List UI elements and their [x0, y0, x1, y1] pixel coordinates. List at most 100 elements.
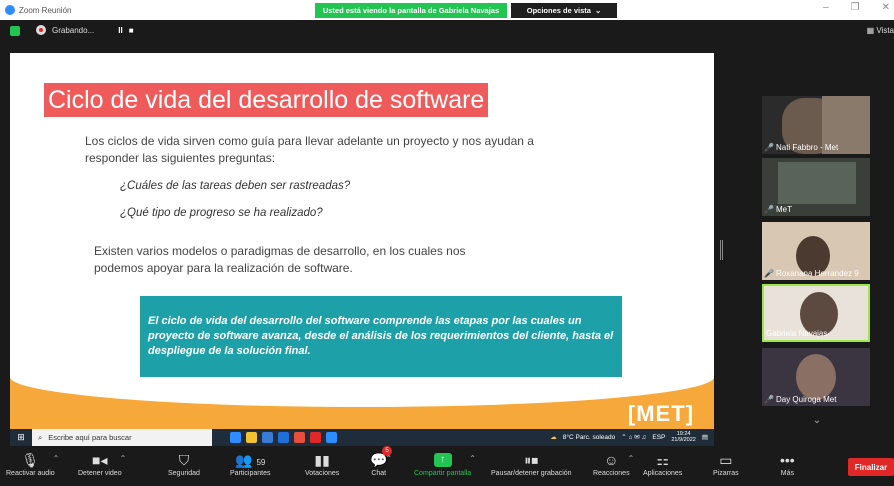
windows-start-icon: ⊞	[17, 432, 25, 442]
chevron-up-icon[interactable]: ⌃	[53, 454, 60, 463]
chevron-up-icon[interactable]: ⌃	[385, 454, 392, 463]
participant-tile[interactable]: 🎤 Roxanana Herrandez 9	[762, 222, 870, 280]
apps-label: Aplicaciones	[643, 470, 683, 477]
participant-tile-active[interactable]: Gabriela Navajas	[762, 284, 870, 342]
view-options-button[interactable]: Opciones de vista ⌄	[511, 3, 617, 18]
participants-count: 59	[256, 458, 266, 467]
unmute-button[interactable]: 🎙 ⌃ Reactivar audio	[6, 450, 59, 477]
view-label: Vista	[876, 26, 894, 35]
taskbar-clock: 19:24 21/9/2022	[671, 431, 695, 443]
slide-callout: El ciclo de vida del desarrollo del soft…	[140, 296, 622, 378]
record-label: Pausar/detener grabación	[491, 470, 572, 477]
tray-icons: ⌃ ⌂ ✉ ♫	[621, 434, 647, 441]
pause-recording-button[interactable]: II	[118, 26, 122, 35]
recording-bar	[0, 20, 894, 42]
chevron-up-icon[interactable]: ⌃	[469, 454, 476, 463]
chat-label: Chat	[371, 470, 387, 477]
share-screen-label: Compartir pantalla	[414, 470, 472, 477]
participant-name-tag: 🎤 MeT	[764, 205, 792, 214]
share-screen-icon: ↑	[433, 453, 452, 467]
smiley-icon: ☺	[604, 452, 619, 468]
polls-label: Votaciones	[305, 470, 340, 477]
restore-icon[interactable]: ❐	[851, 2, 860, 13]
meeting-toolbar: 🎙 ⌃ Reactivar audio ■◂ ⌃ Detener video ⛉…	[0, 446, 894, 486]
apps-button[interactable]: ⚏ Aplicaciones	[643, 450, 682, 477]
grid-icon: ▦	[866, 26, 875, 35]
stop-video-button[interactable]: ■◂ ⌃ Detener video	[78, 450, 126, 477]
chevron-down-icon[interactable]: ⌄	[795, 415, 839, 433]
view-options-label: Opciones de vista	[526, 6, 591, 15]
mic-off-icon: 🎤	[764, 143, 774, 152]
file-explorer-icon	[246, 432, 257, 443]
taskbar-search: ⌕ Escribe aquí para buscar	[32, 429, 212, 446]
weather-icon: ☁	[550, 434, 557, 441]
participant-video	[778, 162, 856, 204]
weather-text: 8°C Parc. soleado	[562, 433, 616, 441]
participant-name-tag: 🎤 Roxanana Herrandez 9	[764, 269, 859, 278]
participant-tile[interactable]: 🎤 Nati Fabbro - Met	[762, 96, 870, 154]
app-icon	[310, 432, 321, 443]
security-label: Seguridad	[168, 470, 200, 477]
record-icon	[36, 25, 46, 35]
clock-date: 21/9/2022	[671, 437, 696, 443]
zoom-taskbar-icon	[326, 432, 337, 443]
mic-muted-icon: 🎙	[21, 452, 40, 468]
recording-indicator: Grabando... II ■	[36, 25, 134, 35]
store-icon	[262, 432, 273, 443]
slide-paragraph: Existen varios modelos o paradigmas de d…	[94, 244, 466, 275]
participant-name: MeT	[775, 205, 792, 214]
view-button[interactable]: ▦ Vista	[867, 26, 894, 35]
shield-icon[interactable]	[10, 26, 20, 36]
participant-name-tag: 🎤 Nati Fabbro - Met	[764, 143, 838, 152]
participant-name: Nati Fabbro - Met	[775, 143, 839, 152]
whiteboard-icon: ▭	[719, 452, 733, 468]
video-camera-icon: ■◂	[92, 452, 108, 468]
app-title: Zoom Reunión	[0, 5, 71, 15]
search-icon: ⌕	[38, 432, 43, 442]
unmute-label: Reactivar audio	[6, 470, 55, 477]
chevron-down-icon: ⌄	[594, 6, 602, 15]
split-drag-handle[interactable]	[720, 240, 723, 260]
chat-button[interactable]: 💬 5 ⌃ Chat	[370, 446, 392, 477]
notifications-icon: ▤	[701, 434, 708, 441]
bar-chart-icon: ▮▮	[314, 452, 330, 468]
close-icon[interactable]: ✕	[882, 2, 890, 13]
stop-recording-button[interactable]: ■	[129, 26, 134, 35]
chrome-icon	[294, 432, 305, 443]
mic-off-icon: 🎤	[764, 205, 774, 214]
chevron-up-icon[interactable]: ⌃	[628, 454, 635, 463]
slide-intro: Los ciclos de vida sirven como guía para…	[85, 134, 534, 165]
participants-button[interactable]: 👥 59 Participantes	[230, 450, 270, 477]
slide-title: Ciclo de vida del desarrollo de software	[44, 83, 489, 117]
slide-question-2: ¿Qué tipo de progreso se ha realizado?	[120, 207, 323, 219]
participant-tile[interactable]: 🎤 MeT	[762, 158, 870, 216]
reactions-button[interactable]: ☺ ⌃ Reacciones	[593, 450, 634, 477]
chevron-up-icon[interactable]: ⌃	[120, 454, 127, 463]
minimize-icon[interactable]: –	[823, 2, 829, 13]
whiteboards-label: Pizarras	[713, 470, 739, 477]
language-indicator: ESP	[652, 433, 666, 441]
security-button[interactable]: ⛉ Seguridad	[168, 450, 200, 477]
whiteboards-button[interactable]: ▭ Pizarras	[713, 450, 739, 477]
slide-question-1: ¿Cuáles de las tareas deben ser rastread…	[120, 180, 351, 192]
more-button[interactable]: ••• Más	[780, 450, 795, 477]
reactions-label: Reacciones	[593, 470, 630, 477]
taskbar-apps	[230, 432, 337, 443]
more-dots-icon: •••	[780, 452, 795, 468]
recording-label: Grabando...	[52, 25, 95, 35]
mail-icon	[278, 432, 289, 443]
pause-stop-recording-button[interactable]: ⏸⏹ Pausar/detener grabación	[491, 450, 572, 477]
shared-windows-taskbar: ⊞ ⌕ Escribe aquí para buscar ☁ 8°C Parc.…	[10, 429, 714, 446]
stop-video-label: Detener video	[78, 470, 122, 477]
participant-name: Roxanana Herrandez 9	[775, 269, 859, 278]
participant-tile[interactable]: 🎤 Day Quiroga Met	[762, 348, 870, 406]
participant-video	[796, 354, 836, 400]
polls-button[interactable]: ▮▮ Votaciones	[305, 450, 339, 477]
zoom-logo-icon	[5, 5, 15, 15]
participants-label: Participantes	[230, 470, 271, 477]
window-title: Zoom Reunión	[19, 5, 72, 15]
pause-stop-icon: ⏸⏹	[524, 452, 539, 468]
met-logo: [MET]	[627, 401, 694, 426]
share-screen-button[interactable]: ↑ ⌃ Compartir pantalla	[414, 450, 476, 477]
end-meeting-button[interactable]: Finalizar	[848, 458, 894, 476]
